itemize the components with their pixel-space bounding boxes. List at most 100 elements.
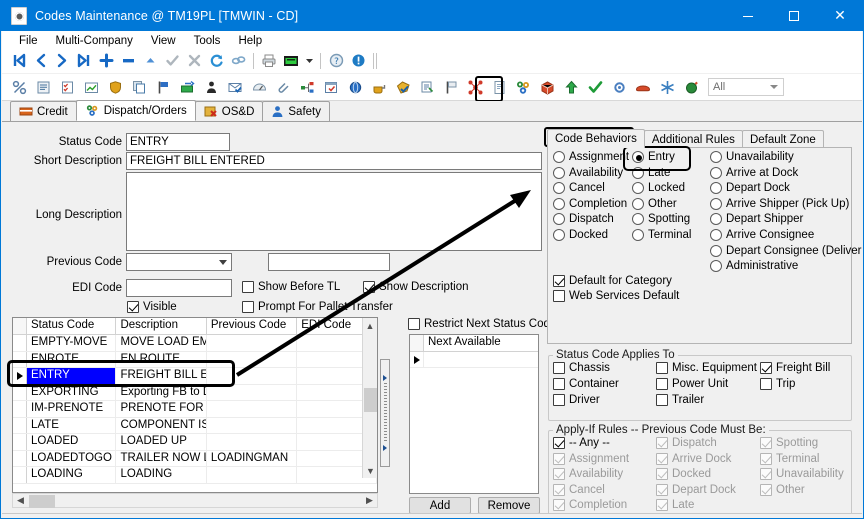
applies-to-power-unit[interactable]: Power Unit bbox=[656, 378, 728, 390]
radio-behavior-locked[interactable]: Locked bbox=[632, 182, 685, 194]
show-description-checkbox[interactable]: Show Description bbox=[363, 281, 468, 293]
tab-dispatch-orders[interactable]: Dispatch/Orders bbox=[76, 100, 196, 121]
grid-vertical-scrollbar[interactable]: ▲ ▼ bbox=[362, 318, 377, 478]
table-row[interactable]: LATECOMPONENT IS LATE bbox=[13, 418, 377, 435]
show-before-tl-checkbox[interactable]: Show Before TL bbox=[242, 281, 340, 293]
applies-to-freight-bill[interactable]: Freight Bill bbox=[760, 362, 830, 374]
fuel-icon[interactable] bbox=[367, 76, 391, 99]
paperclip-icon[interactable] bbox=[271, 76, 295, 99]
prompt-pallet-transfer-checkbox[interactable]: Prompt For Pallet Transfer bbox=[242, 301, 393, 313]
radio-behavior-arrive-shipper-pick-up[interactable]: Arrive Shipper (Pick Up) bbox=[710, 198, 849, 210]
short-description-input[interactable]: FREIGHT BILL ENTERED bbox=[126, 152, 542, 170]
radio-behavior-cancel[interactable]: Cancel bbox=[553, 182, 605, 194]
tab-credit[interactable]: Credit bbox=[10, 101, 77, 121]
hscroll-thumb[interactable] bbox=[29, 495, 55, 508]
radio-behavior-depart-shipper[interactable]: Depart Shipper bbox=[710, 213, 803, 225]
radio-behavior-terminal[interactable]: Terminal bbox=[632, 229, 691, 241]
visible-checkbox[interactable]: Visible bbox=[127, 301, 177, 313]
applies-to-chassis[interactable]: Chassis bbox=[553, 362, 610, 374]
menu-item-view[interactable]: View bbox=[142, 33, 185, 49]
radio-behavior-entry[interactable]: Entry bbox=[632, 151, 675, 163]
panel-splitter[interactable] bbox=[380, 359, 390, 467]
list-item[interactable] bbox=[410, 352, 538, 368]
link-chain-icon[interactable] bbox=[227, 50, 249, 72]
table-row[interactable]: EXPORTINGExporting FB to Direc bbox=[13, 385, 377, 402]
grid-horizontal-scrollbar[interactable]: ◀ ▶ bbox=[12, 493, 378, 508]
scroll-down-button[interactable]: ▼ bbox=[363, 463, 378, 478]
table-row[interactable]: ENROTEEN ROUTE bbox=[13, 352, 377, 369]
export-grid-icon[interactable] bbox=[280, 50, 302, 72]
flag-blue-icon[interactable] bbox=[151, 76, 175, 99]
next-available-listbox[interactable]: Next Available bbox=[409, 334, 539, 494]
apply-if-any[interactable]: -- Any -- bbox=[553, 437, 610, 449]
menu-item-file[interactable]: File bbox=[10, 33, 47, 49]
applies-to-container[interactable]: Container bbox=[553, 378, 619, 390]
table-row[interactable]: IM-PRENOTEPRENOTE FOR INTER bbox=[13, 401, 377, 418]
scroll-thumb[interactable] bbox=[364, 388, 377, 412]
radio-behavior-other[interactable]: Other bbox=[632, 198, 677, 210]
tab-additional-rules[interactable]: Additional Rules bbox=[644, 130, 743, 148]
export-dropdown-arrow-icon[interactable] bbox=[302, 50, 316, 72]
status-code-input[interactable]: ENTRY bbox=[126, 133, 230, 151]
menu-item-multi-company[interactable]: Multi-Company bbox=[47, 33, 142, 49]
edi-code-input[interactable] bbox=[126, 279, 232, 297]
radio-behavior-dispatch[interactable]: Dispatch bbox=[553, 213, 614, 225]
calendar-check-icon[interactable] bbox=[319, 76, 343, 99]
default-for-category-checkbox[interactable]: Default for Category bbox=[553, 275, 672, 287]
last-record-icon[interactable] bbox=[73, 50, 95, 72]
menu-item-help[interactable]: Help bbox=[229, 33, 271, 49]
tab-safety[interactable]: Safety bbox=[262, 101, 330, 121]
refresh-icon[interactable] bbox=[205, 50, 227, 72]
web-services-default-checkbox[interactable]: Web Services Default bbox=[553, 290, 679, 302]
previous-code-extra-input[interactable] bbox=[268, 253, 390, 271]
radio-behavior-spotting[interactable]: Spotting bbox=[632, 213, 690, 225]
tag-check-icon[interactable] bbox=[391, 76, 415, 99]
next-record-icon[interactable] bbox=[51, 50, 73, 72]
tab-osd[interactable]: OS&D bbox=[195, 101, 264, 121]
remove-button[interactable]: Remove bbox=[478, 497, 540, 514]
tab-default-zone[interactable]: Default Zone bbox=[742, 130, 824, 148]
info-exclamation-icon[interactable] bbox=[347, 50, 369, 72]
percent-icon[interactable] bbox=[7, 76, 31, 99]
grid-col-previous-code[interactable]: Previous Code bbox=[207, 318, 297, 334]
table-row[interactable]: LOADEDTOGOTRAILER NOW LOADLOADINGMAN bbox=[13, 451, 377, 468]
upload-green-icon[interactable] bbox=[559, 76, 583, 99]
previous-code-combo[interactable] bbox=[126, 253, 232, 271]
previous-record-icon[interactable] bbox=[29, 50, 51, 72]
flag-grey-icon[interactable] bbox=[439, 76, 463, 99]
network-icon[interactable] bbox=[295, 76, 319, 99]
radio-behavior-unavailability[interactable]: Unavailability bbox=[710, 151, 794, 163]
snowflake-icon[interactable] bbox=[655, 76, 679, 99]
grid-col-status-code[interactable]: Status Code bbox=[27, 318, 116, 334]
applies-to-trip[interactable]: Trip bbox=[760, 378, 795, 390]
package-red-icon[interactable] bbox=[535, 76, 559, 99]
checklist-icon[interactable] bbox=[55, 76, 79, 99]
long-description-textarea[interactable] bbox=[126, 172, 542, 251]
maximize-button[interactable] bbox=[771, 1, 817, 31]
applies-to-driver[interactable]: Driver bbox=[553, 394, 600, 406]
table-row[interactable]: LOADINGLOADING bbox=[13, 467, 377, 484]
globe-icon[interactable] bbox=[343, 76, 367, 99]
notes-icon[interactable] bbox=[31, 76, 55, 99]
radio-behavior-arrive-consignee[interactable]: Arrive Consignee bbox=[710, 229, 814, 241]
doc-icon[interactable] bbox=[487, 76, 511, 99]
gauge-icon[interactable] bbox=[247, 76, 271, 99]
driver-icon[interactable] bbox=[199, 76, 223, 99]
confirm-check-icon[interactable] bbox=[161, 50, 183, 72]
cancel-x-icon[interactable] bbox=[183, 50, 205, 72]
invoice-icon[interactable] bbox=[415, 76, 439, 99]
filter-combo[interactable]: All bbox=[708, 78, 784, 96]
move-up-icon[interactable] bbox=[139, 50, 161, 72]
add-record-icon[interactable] bbox=[95, 50, 117, 72]
delete-record-icon[interactable] bbox=[117, 50, 139, 72]
table-row[interactable]: EMPTY-MOVEMOVE LOAD EMPTY bbox=[13, 335, 377, 352]
menu-item-tools[interactable]: Tools bbox=[185, 33, 230, 49]
minimize-button[interactable] bbox=[725, 1, 771, 31]
grid-col-description[interactable]: Description bbox=[116, 318, 206, 334]
print-icon[interactable] bbox=[258, 50, 280, 72]
car-red-icon[interactable] bbox=[631, 76, 655, 99]
globe-green-icon[interactable] bbox=[679, 76, 703, 99]
radio-behavior-depart-consignee-deliver[interactable]: Depart Consignee (Deliver bbox=[710, 245, 862, 257]
transfer-icon[interactable] bbox=[175, 76, 199, 99]
shield-icon[interactable] bbox=[103, 76, 127, 99]
